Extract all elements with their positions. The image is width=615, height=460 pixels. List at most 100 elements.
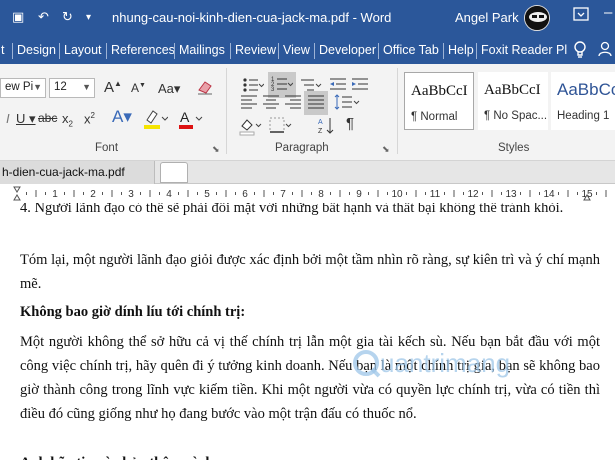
ruler-label: 2	[90, 189, 96, 200]
chevron-down-icon: ▼	[33, 82, 42, 92]
style-sample: AaBbCcI	[484, 82, 541, 98]
avatar[interactable]	[524, 5, 550, 31]
font-size-combo[interactable]: 12 ▼	[49, 78, 95, 98]
grow-font-icon[interactable]: A▲	[104, 80, 122, 96]
tab-office-tab[interactable]: Office Tab	[383, 43, 439, 57]
svg-text:A: A	[318, 119, 323, 126]
text-effects-icon[interactable]: A▾	[112, 108, 132, 125]
ruler-label: 13	[505, 189, 517, 200]
increase-indent-icon[interactable]	[350, 76, 370, 96]
document-tab-strip: h-dien-cua-jack-ma.pdf	[0, 161, 615, 184]
shrink-font-icon[interactable]: A▼	[131, 82, 146, 94]
ruler-label: 11	[430, 189, 441, 200]
tab-insert[interactable]: t	[1, 43, 4, 57]
highlight-color-icon[interactable]	[142, 108, 169, 132]
title-bar: ▣ ↶ ↻ ▾ nhung-cau-noi-kinh-dien-cua-jack…	[0, 0, 615, 37]
ruler-label: 5	[204, 189, 210, 200]
style-heading-1[interactable]: AaBbCc Heading 1	[551, 72, 615, 130]
justify-icon[interactable]	[304, 91, 328, 115]
borders-icon[interactable]	[268, 116, 294, 138]
italic-icon[interactable]: I	[6, 112, 10, 125]
ruler-label: 10	[391, 189, 403, 200]
tab-mailings[interactable]: Mailings	[179, 43, 225, 57]
tab-foxit-reader[interactable]: Foxit Reader Pl	[481, 43, 567, 57]
user-name[interactable]: Angel Park	[455, 10, 519, 25]
font-name-value: ew Pi	[5, 81, 34, 93]
chevron-down-icon: ▼	[82, 82, 91, 92]
sort-icon[interactable]: AZ	[318, 116, 336, 138]
tab-layout[interactable]: Layout	[64, 43, 102, 57]
ruler-label: 14	[543, 189, 555, 200]
superscript-icon[interactable]: x2	[84, 112, 95, 126]
watermark-text: uantrimang	[380, 348, 510, 378]
strikethrough-icon[interactable]: abc	[38, 112, 57, 124]
styles-group-label: Styles	[498, 142, 530, 154]
font-dialog-launcher-icon[interactable]: ⬊	[212, 144, 220, 155]
group-separator	[226, 68, 227, 154]
tab-separator	[278, 43, 279, 59]
style-name: ¶ No Spac...	[484, 110, 548, 122]
paragraph: Tóm lại, một người lãnh đạo giỏi được xá…	[20, 252, 600, 292]
svg-text:A: A	[180, 109, 190, 125]
font-name-combo[interactable]: ew Pi ▼	[0, 78, 46, 98]
tab-help[interactable]: Help	[448, 43, 474, 57]
style-normal[interactable]: AaBbCcI ¶ Normal	[404, 72, 474, 130]
watermark-logo-icon: uantrimang	[353, 348, 510, 378]
bullets-icon[interactable]	[242, 76, 265, 96]
tab-separator	[443, 43, 444, 59]
watermark-logo: uantrimang	[350, 343, 580, 383]
style-sample: AaBbCcI	[411, 83, 468, 99]
group-separator	[397, 68, 398, 154]
tab-developer[interactable]: Developer	[319, 43, 376, 57]
ruler-label: 9	[356, 189, 362, 200]
ribbon-display-options-icon[interactable]	[573, 6, 589, 26]
avatar-icon	[525, 6, 549, 30]
align-right-icon[interactable]	[284, 94, 302, 112]
ribbon-tabs: t Design Layout References Mailings Revi…	[0, 37, 615, 64]
share-icon[interactable]	[598, 41, 612, 60]
paragraph-dialog-launcher-icon[interactable]: ⬊	[382, 144, 390, 155]
tab-separator	[378, 43, 379, 59]
change-case-icon[interactable]: Aa▾	[158, 82, 180, 95]
redo-icon[interactable]: ↻	[62, 9, 73, 25]
document-tab[interactable]: h-dien-cua-jack-ma.pdf	[0, 161, 155, 184]
document-page[interactable]: 4. Người lãnh đạo có thể sẽ phải đối mặt…	[0, 203, 615, 460]
paragraph-group-label: Paragraph	[275, 142, 329, 154]
style-name: ¶ Normal	[411, 111, 458, 123]
tab-separator	[106, 43, 107, 59]
tab-view[interactable]: View	[283, 43, 310, 57]
ruler-label: 8	[318, 189, 324, 200]
show-formatting-marks-icon[interactable]: ¶	[346, 116, 354, 131]
new-tab-button[interactable]	[160, 162, 188, 183]
underline-icon[interactable]: U ▾	[16, 112, 36, 125]
tell-me-icon[interactable]	[573, 41, 587, 62]
subscript-icon[interactable]: x2	[62, 112, 73, 129]
style-sample: AaBbCc	[557, 80, 615, 99]
tab-design[interactable]: Design	[17, 43, 56, 57]
tab-references[interactable]: References	[111, 43, 175, 57]
paragraph: 4. Người lãnh đạo có thể sẽ phải đối mặt…	[20, 203, 564, 216]
tab-separator	[12, 43, 13, 59]
font-color-icon[interactable]: A	[177, 108, 203, 132]
font-size-value: 12	[54, 81, 67, 93]
shading-icon[interactable]	[238, 116, 264, 138]
horizontal-ruler[interactable]: 123456789101112131415	[0, 185, 615, 202]
save-icon[interactable]: ▣	[12, 9, 24, 25]
tab-review[interactable]: Review	[235, 43, 276, 57]
clear-formatting-icon[interactable]	[196, 78, 214, 98]
document-title: nhung-cau-noi-kinh-dien-cua-jack-ma.pdf …	[112, 10, 392, 25]
decrease-indent-icon[interactable]	[328, 76, 348, 96]
line-spacing-icon[interactable]	[334, 94, 360, 112]
ruler-label: 12	[467, 189, 479, 200]
align-center-icon[interactable]	[262, 94, 280, 112]
minimize-button[interactable]: –	[604, 4, 612, 21]
tab-separator	[59, 43, 60, 59]
style-no-spacing[interactable]: AaBbCcI ¶ No Spac...	[478, 72, 548, 130]
font-group-label: Font	[95, 142, 119, 154]
ruler-label: 4	[166, 189, 172, 200]
undo-icon[interactable]: ↶	[38, 9, 49, 25]
customize-qat-icon[interactable]: ▾	[86, 12, 91, 23]
align-left-icon[interactable]	[240, 94, 258, 112]
ruler-label: 3	[128, 189, 134, 200]
section-heading: Không bao giờ dính líu tới chính trị:	[20, 304, 246, 320]
